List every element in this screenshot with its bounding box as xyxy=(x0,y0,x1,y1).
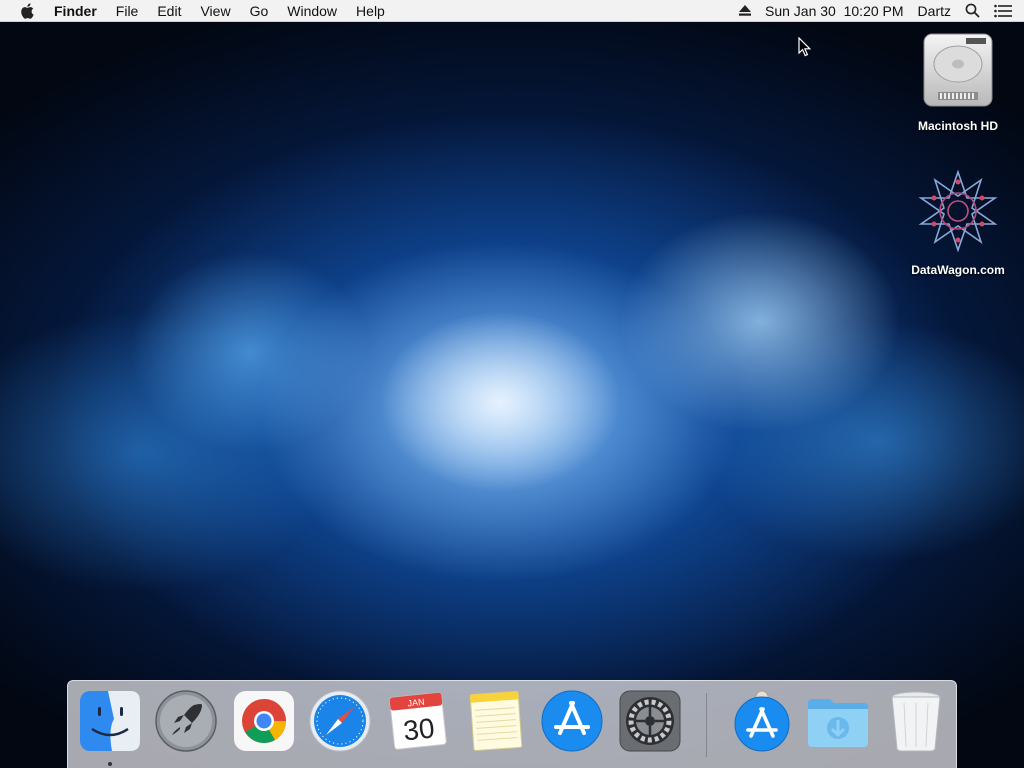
downloads-folder-icon xyxy=(808,699,868,747)
mouse-cursor-icon xyxy=(798,37,812,57)
dock-item-trash[interactable] xyxy=(884,689,948,753)
dock-item-finder[interactable] xyxy=(78,689,142,753)
apple-logo-icon[interactable] xyxy=(20,2,36,19)
menu-help[interactable]: Help xyxy=(356,3,385,19)
dock-item-launchpad[interactable] xyxy=(154,689,218,753)
menu-file[interactable]: File xyxy=(116,3,139,19)
finder-icon xyxy=(80,691,140,751)
notes-icon xyxy=(469,691,523,751)
dock-item-chrome[interactable] xyxy=(232,689,296,753)
dock-item-downloads[interactable] xyxy=(806,689,870,753)
hard-drive-icon xyxy=(923,33,993,107)
desktop-wallpaper xyxy=(0,22,1024,768)
dock-item-system-preferences[interactable] xyxy=(618,689,682,753)
app-store-installer-icon xyxy=(734,690,790,752)
datawagon-logo-icon xyxy=(918,169,998,253)
dock-item-app-store-installer[interactable] xyxy=(730,689,794,753)
dock-separator xyxy=(706,693,707,757)
calendar-month: JAN xyxy=(407,697,425,709)
dock-item-app-store[interactable] xyxy=(540,689,604,753)
chrome-icon xyxy=(234,691,294,751)
menu-go[interactable]: Go xyxy=(250,3,269,19)
desktop-icon-label: DataWagon.com xyxy=(911,263,1005,277)
notification-center-icon[interactable] xyxy=(994,4,1012,18)
launchpad-icon xyxy=(155,690,217,752)
menu-bar: Finder File Edit View Go Window Help Sun… xyxy=(0,0,1024,22)
desktop-icon-macintosh-hd[interactable]: Macintosh HD xyxy=(898,30,1018,133)
calendar-icon: JAN 30 xyxy=(389,692,447,750)
menu-window[interactable]: Window xyxy=(287,3,337,19)
calendar-day: 30 xyxy=(402,712,436,746)
finder-running-indicator xyxy=(108,762,112,766)
desktop-icon-datawagon[interactable]: DataWagon.com xyxy=(898,168,1018,277)
system-preferences-icon xyxy=(619,690,681,752)
menu-user[interactable]: Dartz xyxy=(918,3,951,19)
spotlight-search-icon[interactable] xyxy=(965,3,980,18)
app-store-icon xyxy=(541,690,603,752)
trash-icon xyxy=(891,691,941,752)
dock-item-notes[interactable] xyxy=(464,689,528,753)
menu-edit[interactable]: Edit xyxy=(157,3,181,19)
dock: JAN 30 xyxy=(67,680,957,768)
dock-item-calendar[interactable]: JAN 30 xyxy=(386,689,450,753)
eject-icon[interactable] xyxy=(739,5,751,16)
menu-view[interactable]: View xyxy=(200,3,230,19)
menu-app-finder[interactable]: Finder xyxy=(54,3,97,19)
menu-clock[interactable]: Sun Jan 30 10:20 PM xyxy=(765,3,904,19)
dock-item-safari[interactable] xyxy=(308,689,372,753)
safari-icon xyxy=(309,690,371,752)
desktop-icon-label: Macintosh HD xyxy=(917,119,998,133)
